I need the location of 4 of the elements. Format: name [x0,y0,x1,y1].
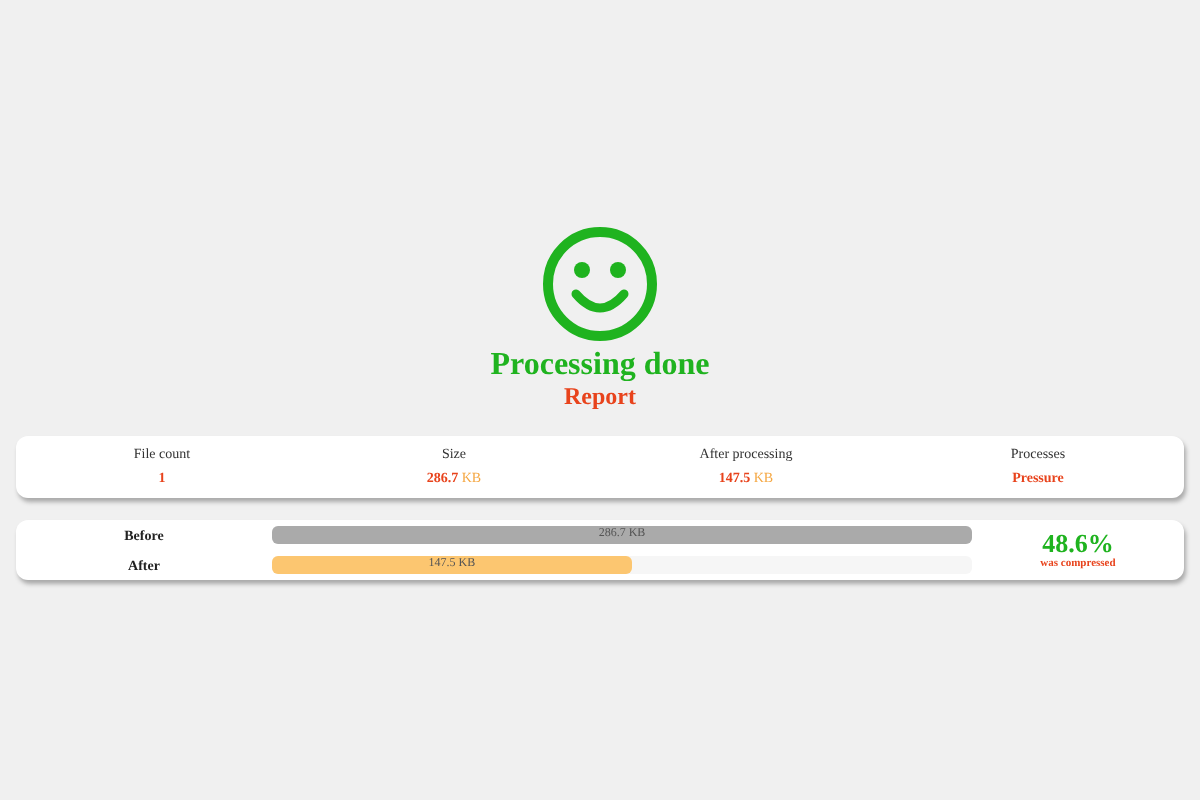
smiley-icon [542,226,658,342]
compression-percent: 48.6% [1042,530,1114,558]
status-title: Processing done [490,348,710,382]
report-subtitle: Report [564,382,636,410]
